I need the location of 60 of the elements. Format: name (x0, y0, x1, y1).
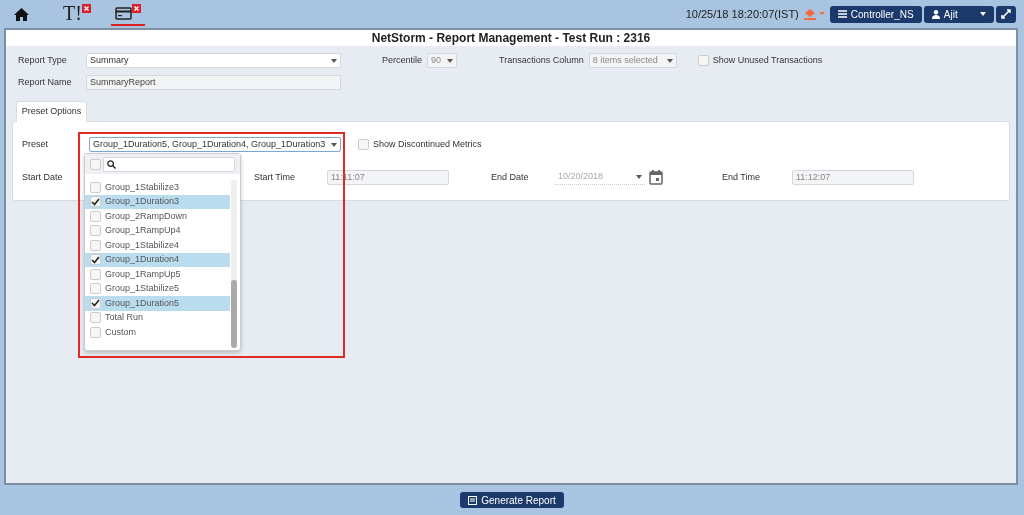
scrollbar[interactable] (231, 180, 237, 348)
dropdown-option[interactable]: Group_1Stabilize4 (85, 238, 230, 253)
field-label: Start Time (254, 170, 296, 184)
user-icon (931, 9, 940, 19)
dropdown-option[interactable]: Group_1Duration4 (85, 252, 230, 267)
page-title: NetStorm - Report Management - Test Run : 2316 (6, 30, 1016, 46)
preset-select[interactable]: Group_1Duration5, Group_1Duration4, Group_1Duration3 (89, 137, 341, 152)
field-label: Preset (22, 137, 49, 151)
dropdown-option[interactable]: Total Run (85, 310, 230, 325)
checkbox[interactable] (358, 139, 369, 150)
search-icon (107, 159, 117, 169)
dropdown-option[interactable]: Group_1Duration5 (85, 296, 230, 311)
checkbox[interactable] (90, 283, 101, 295)
checkbox[interactable] (90, 239, 101, 251)
checkbox[interactable] (90, 268, 101, 280)
search-field[interactable] (103, 156, 235, 172)
card-icon (114, 6, 132, 20)
dropdown-option[interactable]: Group_1RampUp5 (85, 267, 230, 282)
field-label: Start Date (22, 170, 64, 184)
preset-options-tab[interactable]: Preset Options (16, 101, 87, 122)
field-label: Percentile (382, 53, 423, 67)
field-label: End Date (491, 170, 530, 184)
checkbox-label: Show Unused Transactions (712, 53, 823, 67)
close-icon[interactable] (131, 4, 141, 13)
controller-button[interactable]: Controller_NS (829, 5, 922, 23)
report-icon (468, 495, 478, 505)
user-button[interactable]: Ajit (923, 5, 994, 23)
expand-icon (1001, 9, 1011, 19)
report-name-field[interactable]: SummaryReport (86, 75, 341, 90)
list-icon (837, 10, 847, 18)
toolbar-tab[interactable]: T! (59, 2, 95, 26)
dropdown-option[interactable]: Group_1Stabilize3 (85, 180, 230, 195)
checkbox[interactable] (90, 210, 101, 222)
select-all-checkbox[interactable] (90, 158, 101, 170)
checkbox[interactable] (90, 196, 101, 208)
report-type-select[interactable]: Summary (86, 53, 341, 68)
field-label: End Time (722, 170, 762, 184)
calendar-icon[interactable] (649, 170, 663, 185)
field-label: Transactions Column (499, 53, 584, 67)
paint-bucket-icon[interactable] (803, 8, 826, 20)
checkbox[interactable] (90, 181, 101, 193)
field-label: Report Name (18, 75, 73, 89)
generate-report-button[interactable]: Generate Report (460, 492, 564, 508)
close-icon[interactable] (81, 4, 91, 13)
expand-button[interactable] (996, 5, 1016, 23)
checkbox[interactable] (90, 225, 101, 237)
dropdown-option[interactable]: Group_1Duration3 (85, 194, 230, 209)
checkbox-label: Show Discontinued Metrics (373, 137, 482, 151)
home-icon[interactable] (14, 7, 29, 21)
dropdown-option[interactable]: Custom (85, 325, 230, 340)
checkbox[interactable] (90, 297, 101, 309)
checkbox[interactable] (697, 55, 709, 66)
dropdown-option[interactable]: Group_2RampDown (85, 209, 230, 224)
checkbox[interactable] (90, 312, 101, 324)
checkbox[interactable] (90, 254, 101, 266)
dropdown-option[interactable]: Group_1RampUp4 (85, 223, 230, 238)
checkbox[interactable] (90, 326, 101, 338)
dropdown-option[interactable]: Group_1Stabilize5 (85, 281, 230, 296)
datetime-text: 10/25/18 18:20:07(IST) (685, 6, 799, 22)
field-label: Report Type (18, 53, 68, 67)
